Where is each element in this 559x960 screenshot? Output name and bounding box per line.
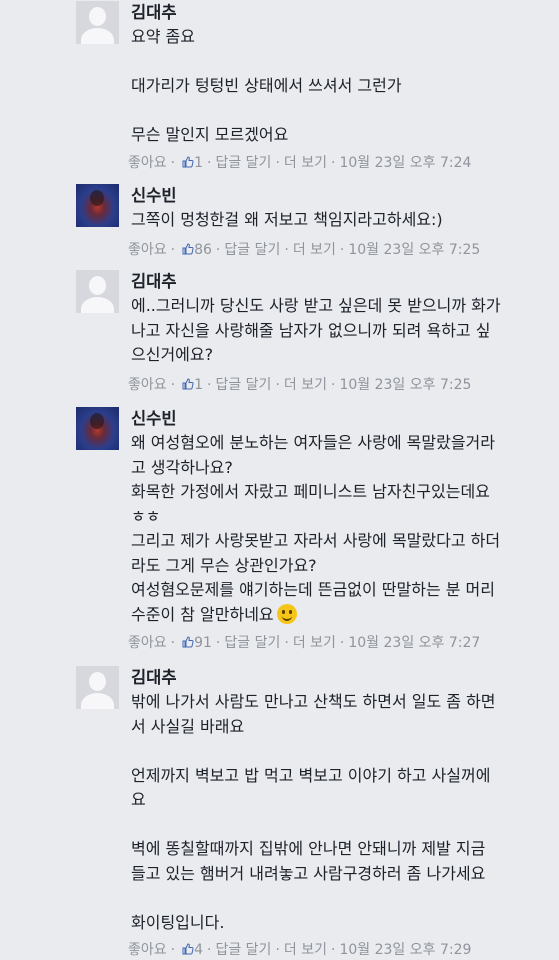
comment-text: 벽에 똥칠할때까지 집밖에 안나면 안돼니까 제발 지금: [131, 839, 486, 858]
comment-timestamp[interactable]: 10월 23일 오후 7:29: [339, 942, 471, 958]
comment-text: 고 생각하나요?: [131, 457, 233, 477]
like-button[interactable]: 좋아요: [128, 155, 167, 171]
comment-text: 여성혐오문제를 얘기하는데 뜬금없이 딴말하는 분 머리: [131, 580, 495, 599]
reply-button[interactable]: 답글 달기: [215, 155, 271, 171]
comment-text: 요약 좀요: [131, 27, 195, 46]
reply-button[interactable]: 답글 달기: [215, 942, 271, 958]
comment-author[interactable]: 김대추: [131, 270, 553, 294]
smile-emoji-icon: [276, 603, 297, 624]
comment-text: 요: [131, 790, 146, 809]
reply-button[interactable]: 답글 달기: [224, 635, 280, 651]
comment-text: 왜 여성혐오에 분노하는 여자들은 사랑에 목말랐을거라: [131, 433, 495, 452]
comment-timestamp[interactable]: 10월 23일 오후 7:27: [348, 635, 480, 651]
more-button[interactable]: 더 보기: [293, 635, 336, 651]
like-count[interactable]: 86: [194, 242, 212, 258]
like-button[interactable]: 좋아요: [128, 242, 167, 258]
reply-button[interactable]: 답글 달기: [215, 377, 271, 393]
more-button[interactable]: 더 보기: [284, 377, 327, 393]
more-button[interactable]: 더 보기: [284, 155, 327, 171]
default-avatar[interactable]: [76, 666, 119, 709]
comment-text: 그리고 제가 사랑못받고 자라서 사랑에 목말랐다고 하더: [131, 531, 501, 550]
like-count[interactable]: 4: [194, 942, 203, 958]
comment-text: 나고 자신을 사랑해줄 남자가 없으니까 되려 욕하고 싶: [131, 320, 491, 340]
comment-text: ㅎㅎ: [131, 506, 161, 526]
comment-text: 그쪽이 멍청한걸 왜 저보고 책임지라고하세요:): [131, 210, 443, 229]
comment-actions: 좋아요 · 4 · 답글 달기 · 더 보기 · 10월 23일 오후 7:29: [128, 942, 472, 958]
comment-author[interactable]: 신수빈: [131, 184, 553, 208]
comment-text: 대가리가 텅텅빈 상태에서 쓰셔서 그런가: [131, 76, 402, 95]
like-button[interactable]: 좋아요: [128, 942, 167, 958]
like-button[interactable]: 좋아요: [128, 377, 167, 393]
comment-actions: 좋아요 · 91 · 답글 달기 · 더 보기 · 10월 23일 오후 7:27: [128, 635, 481, 651]
comment-text-last: 수준이 참 알만하네요: [131, 603, 553, 628]
reply-button[interactable]: 답글 달기: [224, 242, 280, 258]
comment-author[interactable]: 김대추: [131, 666, 553, 690]
like-count[interactable]: 1: [194, 377, 203, 393]
comment-text: 에..그러니까 당신도 사랑 받고 싶은데 못 받으니까 화가: [131, 296, 501, 315]
default-avatar[interactable]: [76, 270, 119, 313]
profile-photo-avatar[interactable]: [76, 407, 119, 450]
comment-actions: 좋아요 · 86 · 답글 달기 · 더 보기 · 10월 23일 오후 7:25: [128, 242, 481, 258]
profile-photo-avatar[interactable]: [76, 184, 119, 227]
like-count[interactable]: 1: [194, 155, 203, 171]
comment-text: 무슨 말인지 모르겠어요: [131, 125, 289, 144]
like-button[interactable]: 좋아요: [128, 635, 167, 651]
thumbs-up-icon: [182, 156, 194, 168]
comment-text: 서 사실길 바래요: [131, 716, 245, 736]
comment-text: 수준이 참 알만하네요: [131, 604, 274, 624]
comment-text: 으신거에요?: [131, 345, 214, 364]
comment-timestamp[interactable]: 10월 23일 오후 7:25: [339, 377, 471, 393]
comment-author[interactable]: 김대추: [131, 1, 553, 25]
comment-timestamp[interactable]: 10월 23일 오후 7:25: [348, 242, 480, 258]
comment-author[interactable]: 신수빈: [131, 407, 553, 431]
thumbs-up-icon: [182, 243, 194, 255]
comment-text: 라도 그게 무슨 상관인가요?: [131, 555, 317, 575]
comment-text: 화이팅입니다.: [131, 912, 225, 932]
comment-actions: 좋아요 · 1 · 답글 달기 · 더 보기 · 10월 23일 오후 7:25: [128, 377, 472, 393]
more-button[interactable]: 더 보기: [293, 242, 336, 258]
comment-actions: 좋아요 · 1 · 답글 달기 · 더 보기 · 10월 23일 오후 7:24: [128, 155, 472, 171]
like-count[interactable]: 91: [194, 635, 212, 651]
thumbs-up-icon: [182, 378, 194, 390]
default-avatar[interactable]: [76, 1, 119, 44]
comment-text: 들고 있는 햄버거 내려놓고 사람구경하러 좀 나가세요: [131, 863, 486, 883]
comment-text: 밖에 나가서 사람도 만나고 산책도 하면서 일도 좀 하면: [131, 692, 496, 711]
comment-text: 화목한 가정에서 자랐고 페미니스트 남자친구있는데요: [131, 482, 490, 501]
comment-timestamp[interactable]: 10월 23일 오후 7:24: [339, 155, 471, 171]
thumbs-up-icon: [182, 943, 194, 955]
more-button[interactable]: 더 보기: [284, 942, 327, 958]
comment-text: 언제까지 벽보고 밥 먹고 벽보고 이야기 하고 사실꺼에: [131, 765, 491, 785]
comment-thread: 김대추 요약 좀요 대가리가 텅텅빈 상태에서 쓰셔서 그런가 무슨 말인지 모…: [0, 0, 559, 960]
thumbs-up-icon: [182, 636, 194, 648]
